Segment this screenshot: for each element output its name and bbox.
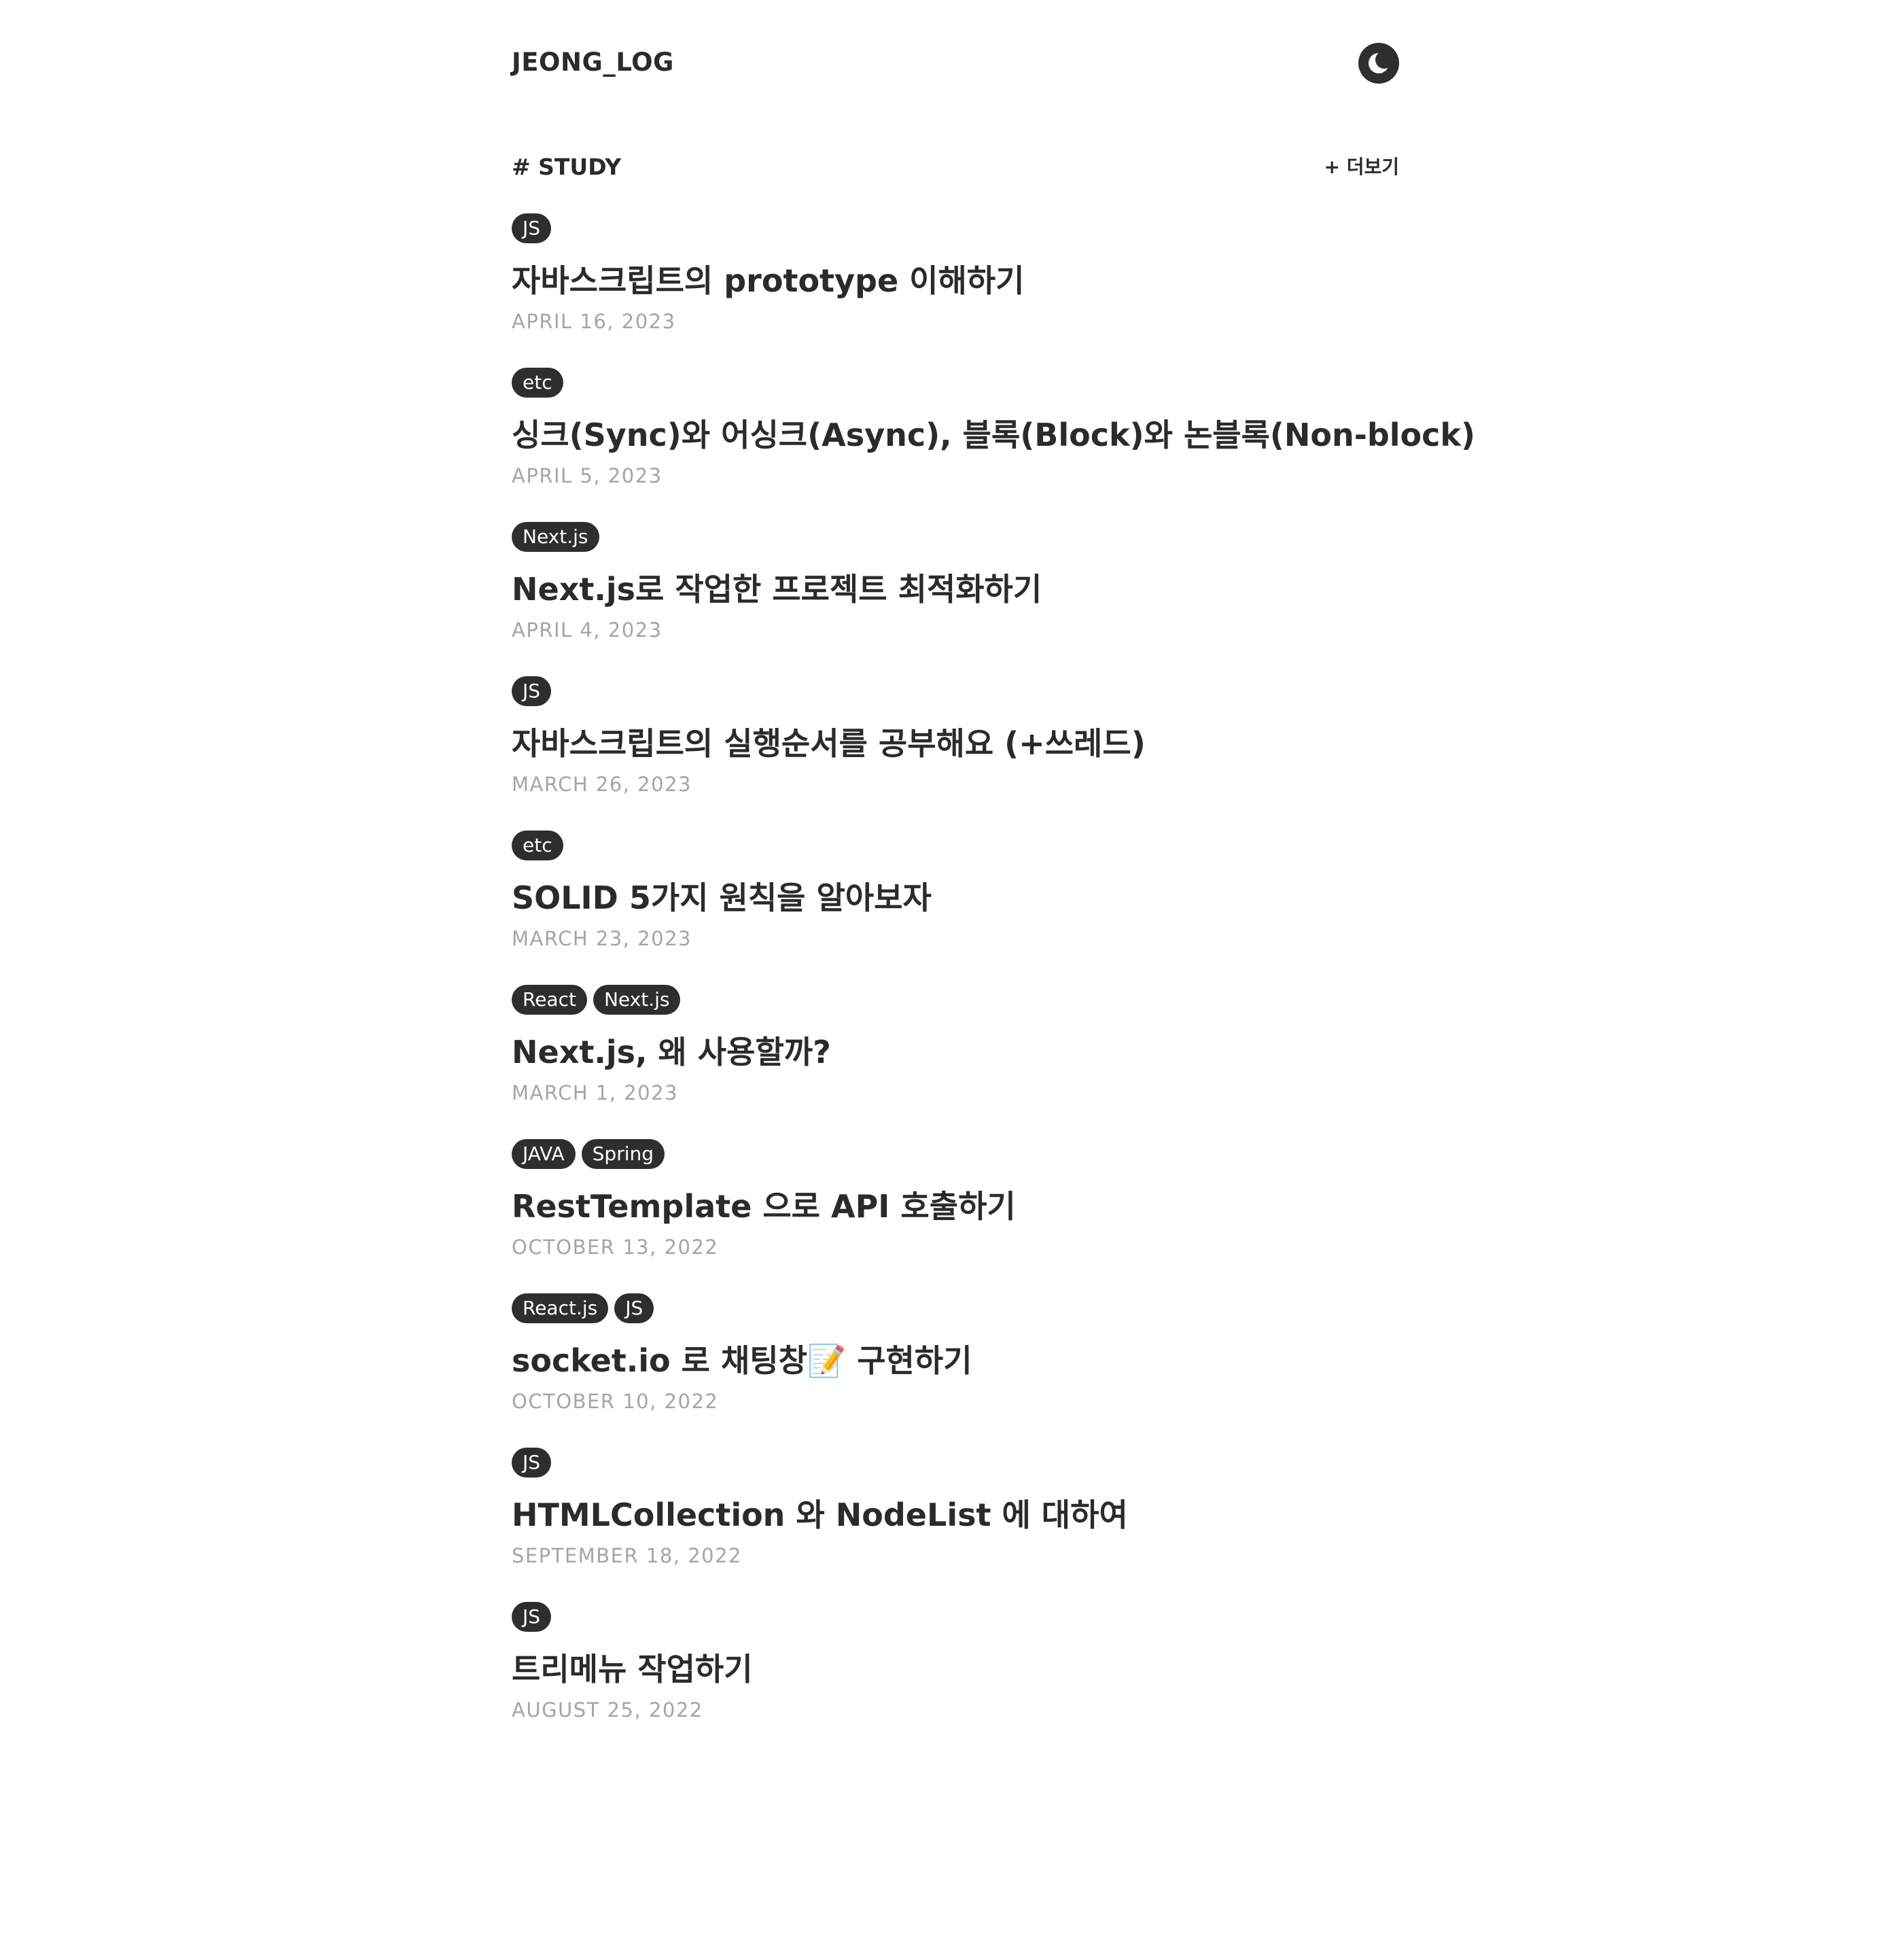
- tag-badge[interactable]: Spring: [581, 1139, 665, 1169]
- site-logo[interactable]: JEONG_LOG: [512, 48, 674, 77]
- post-title[interactable]: 트리메뉴 작업하기: [512, 1650, 1399, 1688]
- tag-badge[interactable]: JS: [512, 1602, 552, 1632]
- post-item[interactable]: JAVA Spring RestTemplate 으로 API 호출하기 OCTOBE…: [512, 1139, 1399, 1293]
- theme-toggle-button[interactable]: [1358, 43, 1399, 84]
- post-item[interactable]: etc SOLID 5가지 원칙을 알아보자 MARCH 23, 2023: [512, 831, 1399, 985]
- post-title[interactable]: 자바스크립트의 prototype 이해하기: [512, 262, 1399, 300]
- post-item[interactable]: React Next.js Next.js, 왜 사용할까? MARCH 1, 202…: [512, 985, 1399, 1139]
- section-header: # STUDY + 더보기: [512, 154, 1399, 194]
- post-title[interactable]: Next.js로 작업한 프로젝트 최적화하기: [512, 570, 1399, 608]
- post-tags: React Next.js: [512, 985, 1399, 1015]
- post-item[interactable]: JS 자바스크립트의 prototype 이해하기 APRIL 16, 2023: [512, 213, 1399, 368]
- post-item[interactable]: JS 트리메뉴 작업하기 AUGUST 25, 2022: [512, 1602, 1399, 1756]
- post-date: MARCH 23, 2023: [512, 927, 692, 950]
- tag-badge[interactable]: etc: [512, 368, 563, 398]
- post-title[interactable]: 싱크(Sync)와 어싱크(Async), 블록(Block)와 논블록(Non…: [512, 416, 1475, 454]
- post-tags: JS: [512, 1602, 1399, 1632]
- post-tags: JS: [512, 213, 1399, 243]
- post-tags: etc: [512, 831, 1399, 860]
- post-date: OCTOBER 13, 2022: [512, 1236, 719, 1259]
- post-date: OCTOBER 10, 2022: [512, 1390, 719, 1413]
- tag-badge[interactable]: React: [512, 985, 587, 1015]
- post-tags: etc: [512, 368, 1399, 398]
- post-date: MARCH 1, 2023: [512, 1081, 679, 1104]
- post-tags: Next.js: [512, 522, 1399, 552]
- post-tags: JS: [512, 676, 1399, 706]
- tag-badge[interactable]: Next.js: [593, 985, 681, 1015]
- post-date: APRIL 4, 2023: [512, 618, 663, 642]
- tag-badge[interactable]: etc: [512, 831, 563, 860]
- post-item[interactable]: etc 싱크(Sync)와 어싱크(Async), 블록(Block)와 논블록(…: [512, 368, 1475, 522]
- post-list: JS 자바스크립트의 prototype 이해하기 APRIL 16, 2023 et…: [512, 213, 1475, 1756]
- post-date: APRIL 5, 2023: [512, 464, 663, 487]
- tag-badge[interactable]: Next.js: [512, 522, 599, 552]
- post-item[interactable]: JS HTMLCollection 와 NodeList 에 대하여 SEPTEMB…: [512, 1448, 1399, 1602]
- post-title[interactable]: 자바스크립트의 실행순서를 공부해요 (+쓰레드): [512, 724, 1399, 763]
- post-tags: JS: [512, 1448, 1399, 1478]
- site-header: JEONG_LOG: [512, 0, 1399, 129]
- post-date: SEPTEMBER 18, 2022: [512, 1544, 743, 1567]
- post-title[interactable]: HTMLCollection 와 NodeList 에 대하여: [512, 1496, 1399, 1534]
- more-link[interactable]: + 더보기: [1324, 155, 1400, 179]
- post-tags: JAVA Spring: [512, 1139, 1399, 1169]
- tag-badge[interactable]: JS: [512, 213, 552, 243]
- post-item[interactable]: Next.js Next.js로 작업한 프로젝트 최적화하기 APRIL 4, 2…: [512, 522, 1399, 676]
- section-title: # STUDY: [512, 154, 622, 180]
- post-tags: React.js JS: [512, 1293, 1399, 1323]
- post-date: APRIL 16, 2023: [512, 310, 676, 333]
- post-item[interactable]: React.js JS socket.io 로 채팅창📝 구현하기 OCTOBER 1…: [512, 1293, 1399, 1448]
- tag-badge[interactable]: JS: [512, 676, 552, 706]
- tag-badge[interactable]: JAVA: [512, 1139, 576, 1169]
- tag-badge[interactable]: JS: [512, 1448, 552, 1478]
- post-date: AUGUST 25, 2022: [512, 1698, 703, 1722]
- moon-icon: [1369, 51, 1393, 73]
- post-title[interactable]: socket.io 로 채팅창📝 구현하기: [512, 1342, 1399, 1380]
- tag-badge[interactable]: React.js: [512, 1293, 609, 1323]
- post-title[interactable]: SOLID 5가지 원칙을 알아보자: [512, 879, 1399, 917]
- post-title[interactable]: Next.js, 왜 사용할까?: [512, 1033, 1399, 1071]
- post-date: MARCH 26, 2023: [512, 773, 692, 796]
- post-title[interactable]: RestTemplate 으로 API 호출하기: [512, 1187, 1399, 1225]
- tag-badge[interactable]: JS: [614, 1293, 654, 1323]
- page-container: JEONG_LOG # STUDY + 더보기 JS 자바스크립트의 protot…: [512, 0, 1475, 1756]
- post-item[interactable]: JS 자바스크립트의 실행순서를 공부해요 (+쓰레드) MARCH 26, 202…: [512, 676, 1399, 831]
